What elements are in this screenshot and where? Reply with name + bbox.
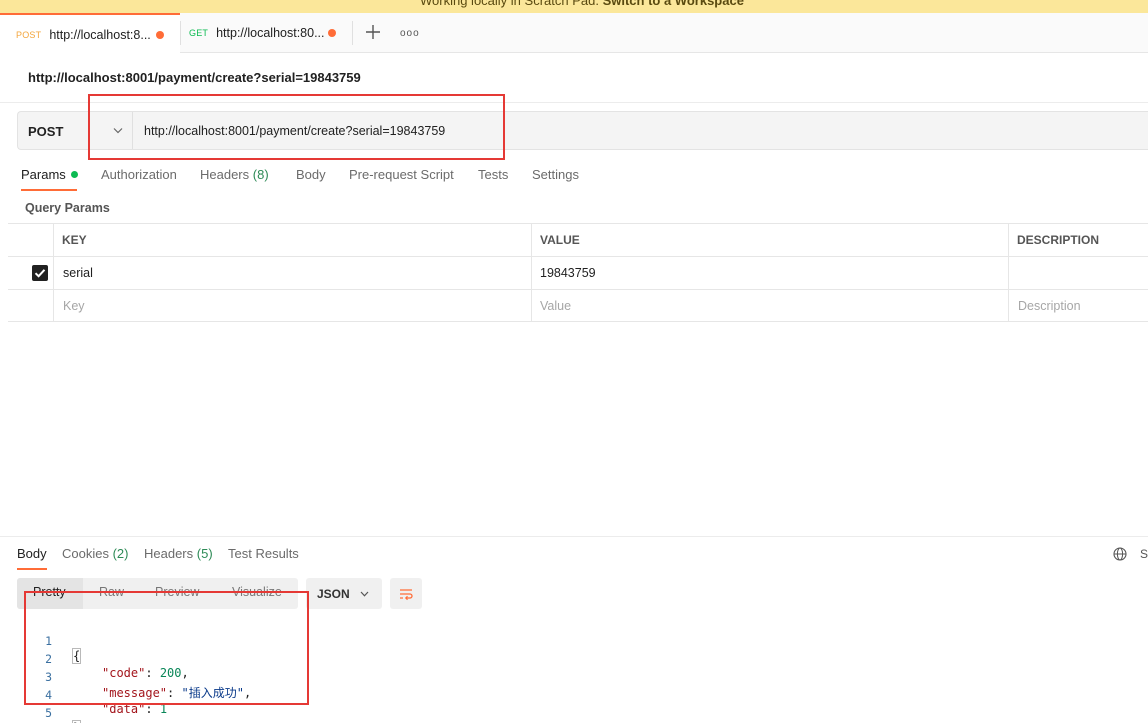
url-input[interactable]: http://localhost:8001/payment/create?ser… <box>144 124 445 138</box>
tab-pre-request-script[interactable]: Pre-request Script <box>349 167 454 182</box>
unsaved-dot-icon <box>156 31 164 39</box>
json-key: "data" <box>102 702 146 716</box>
column-divider <box>1008 223 1009 322</box>
tab-method-label: POST <box>16 29 42 40</box>
code-text: "message": "插入成功", <box>102 686 252 700</box>
param-value-cell[interactable]: 19843759 <box>531 257 596 289</box>
title-divider <box>0 102 1148 103</box>
new-key-input[interactable]: Key <box>54 290 85 322</box>
json-comma: , <box>243 686 252 700</box>
tab-headers[interactable]: Headers (8) <box>200 167 269 182</box>
tab-label: Cookies <box>62 546 109 561</box>
tab-params[interactable]: Params <box>21 167 78 182</box>
code-text: "code": 200, <box>102 666 189 680</box>
format-label: JSON <box>317 587 350 601</box>
view-visualize[interactable]: Visualize <box>232 585 282 599</box>
response-status-text: S <box>1140 547 1148 561</box>
banner-text: Working locally in Scratch Pad. Switch t… <box>420 0 744 8</box>
request-title[interactable]: http://localhost:8001/payment/create?ser… <box>28 70 361 85</box>
json-comma: , <box>181 666 189 680</box>
response-tab-test-results[interactable]: Test Results <box>228 546 299 561</box>
response-tab-headers[interactable]: Headers (5) <box>144 546 213 561</box>
tab-separator <box>352 21 353 45</box>
unsaved-dot-icon <box>328 29 336 37</box>
tab-label: Params <box>21 167 66 182</box>
column-divider <box>53 223 54 322</box>
headers-count: (8) <box>252 167 269 182</box>
tab-title: http://localhost:8... <box>49 27 151 42</box>
json-string: "插入成功" <box>181 686 244 700</box>
active-tab-indicator <box>21 189 77 191</box>
table-row: serial 19843759 <box>8 256 1148 289</box>
new-tab-plus-icon[interactable] <box>364 23 382 41</box>
code-text: "data": 1 <box>102 702 168 716</box>
column-description: DESCRIPTION <box>1017 233 1100 247</box>
request-tab-get[interactable]: GET http://localhost:80... <box>173 13 353 53</box>
switch-workspace-link[interactable]: Switch to a Workspace <box>603 0 744 8</box>
json-number: 200 <box>159 666 182 680</box>
tab-label: Headers <box>200 167 250 182</box>
new-description-input[interactable]: Description <box>1009 290 1081 322</box>
column-value: VALUE <box>540 233 580 247</box>
response-tab-cookies[interactable]: Cookies (2) <box>62 546 128 561</box>
code-line: 4 "data": 1 <box>30 674 167 716</box>
new-value-input[interactable]: Value <box>531 290 571 322</box>
brace-open: { <box>72 648 82 664</box>
json-key: "message" <box>102 686 168 700</box>
tab-settings[interactable]: Settings <box>532 167 579 182</box>
url-bar: POST http://localhost:8001/payment/creat… <box>17 111 1148 150</box>
json-key: "code" <box>102 666 146 680</box>
param-enabled-checkbox[interactable] <box>32 265 48 281</box>
view-preview[interactable]: Preview <box>155 585 199 599</box>
method-select[interactable]: POST <box>18 112 133 149</box>
globe-icon[interactable] <box>1113 547 1127 561</box>
more-options-icon[interactable]: ooo <box>400 28 420 39</box>
table-row-empty: Key Value Description <box>8 289 1148 322</box>
cookies-count: (2) <box>112 546 129 561</box>
view-pretty[interactable]: Pretty <box>33 585 66 599</box>
params-active-dot-icon <box>70 171 78 178</box>
request-tab-bar: POST http://localhost:8... GET http://lo… <box>0 13 1148 54</box>
code-line: 3 "message": "插入成功", <box>30 656 251 700</box>
json-number: 1 <box>159 702 168 716</box>
banner-message: Working locally in Scratch Pad. <box>420 0 599 8</box>
query-params-label: Query Params <box>25 201 110 215</box>
view-raw[interactable]: Raw <box>99 585 124 599</box>
workspace-banner: Working locally in Scratch Pad. Switch t… <box>0 0 1148 13</box>
tab-authorization[interactable]: Authorization <box>101 167 177 182</box>
code-line: 2 "code": 200, <box>30 638 189 680</box>
checkmark-icon <box>34 269 46 278</box>
tab-body[interactable]: Body <box>296 167 326 182</box>
param-key-cell[interactable]: serial <box>54 257 93 289</box>
chevron-down-icon <box>113 128 123 134</box>
line-number: 5 <box>45 706 52 720</box>
active-tab-indicator <box>17 568 47 570</box>
wrap-lines-icon <box>400 589 413 601</box>
method-label: POST <box>28 124 64 139</box>
column-key: KEY <box>62 233 87 247</box>
tab-tests[interactable]: Tests <box>478 167 508 182</box>
tab-method-label: GET <box>189 28 209 38</box>
chevron-down-icon <box>360 591 369 597</box>
column-divider <box>531 223 532 322</box>
response-body-code[interactable]: 1 { 2 "code": 200, 3 "message": "插入成功", … <box>30 620 310 723</box>
wrap-lines-button[interactable] <box>390 578 422 609</box>
request-tab-post[interactable]: POST http://localhost:8... <box>0 13 180 54</box>
format-select[interactable]: JSON <box>306 578 382 609</box>
response-view-modes: Pretty Raw Preview Visualize <box>17 578 298 609</box>
tab-title: http://localhost:80... <box>216 26 325 40</box>
response-headers-count: (5) <box>196 546 213 561</box>
tab-label: Headers <box>144 546 194 561</box>
param-description-cell[interactable] <box>1008 257 1017 289</box>
table-header-row: KEY VALUE DESCRIPTION <box>8 223 1148 256</box>
code-line: 1 { <box>30 620 82 664</box>
response-tab-body[interactable]: Body <box>17 546 47 561</box>
response-divider <box>0 536 1148 537</box>
code-line: 5 } <box>30 692 82 723</box>
